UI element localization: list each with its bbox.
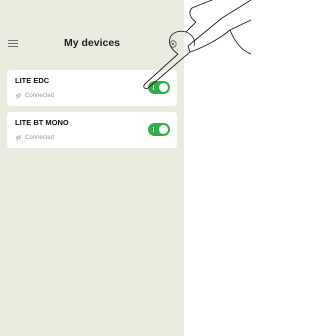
device-card-lite-bt-mono[interactable]: LITE BT MONO Connected [7,112,177,148]
device-status: Connected [15,133,54,142]
status-text: Connected [25,92,55,99]
link-icon [15,135,22,141]
device-name: LITE BT MONO [15,118,69,127]
status-text: Connected [25,134,55,141]
toggle-on-indicator [153,127,154,132]
device-toggle[interactable] [148,123,170,136]
device-name: LITE EDC [15,76,50,85]
device-status: Connected [15,91,54,100]
pointing-hand-illustration [143,0,251,89]
toggle-knob [159,125,168,134]
link-icon [15,93,22,99]
